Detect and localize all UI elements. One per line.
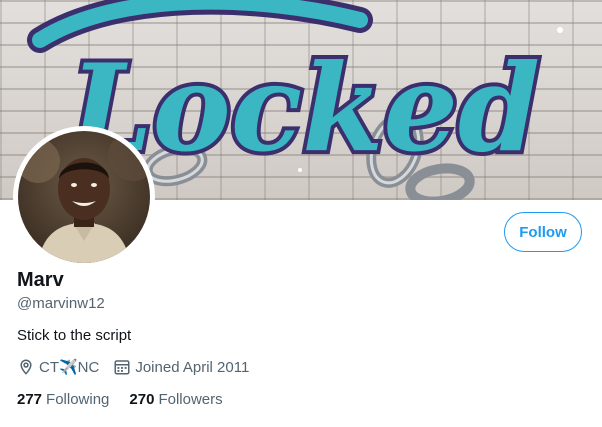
followers-link[interactable]: 270 Followers bbox=[129, 391, 222, 408]
joined-text: Joined April 2011 bbox=[135, 358, 250, 376]
profile-bio: Stick to the script bbox=[17, 327, 132, 344]
location-item: CT✈️NC bbox=[17, 358, 99, 376]
followers-label: Followers bbox=[158, 391, 223, 408]
calendar-icon bbox=[113, 358, 131, 376]
avatar[interactable] bbox=[13, 126, 155, 268]
followers-count: 270 bbox=[129, 391, 155, 408]
following-link[interactable]: 277 Following bbox=[17, 391, 109, 408]
joined-item: Joined April 2011 bbox=[113, 358, 249, 376]
profile-meta: CT✈️NC Joined April 2011 bbox=[17, 358, 249, 376]
avatar-photo bbox=[18, 131, 150, 263]
location-pin-icon bbox=[17, 358, 35, 376]
following-label: Following bbox=[46, 391, 110, 408]
location-text: CT✈️NC bbox=[39, 359, 100, 376]
profile-name: Marv bbox=[17, 269, 64, 291]
profile-stats: 277 Following 270 Followers bbox=[17, 391, 223, 408]
profile-handle: @marvinw12 bbox=[17, 295, 105, 312]
follow-button[interactable]: Follow bbox=[504, 212, 582, 252]
following-count: 277 bbox=[17, 391, 43, 408]
